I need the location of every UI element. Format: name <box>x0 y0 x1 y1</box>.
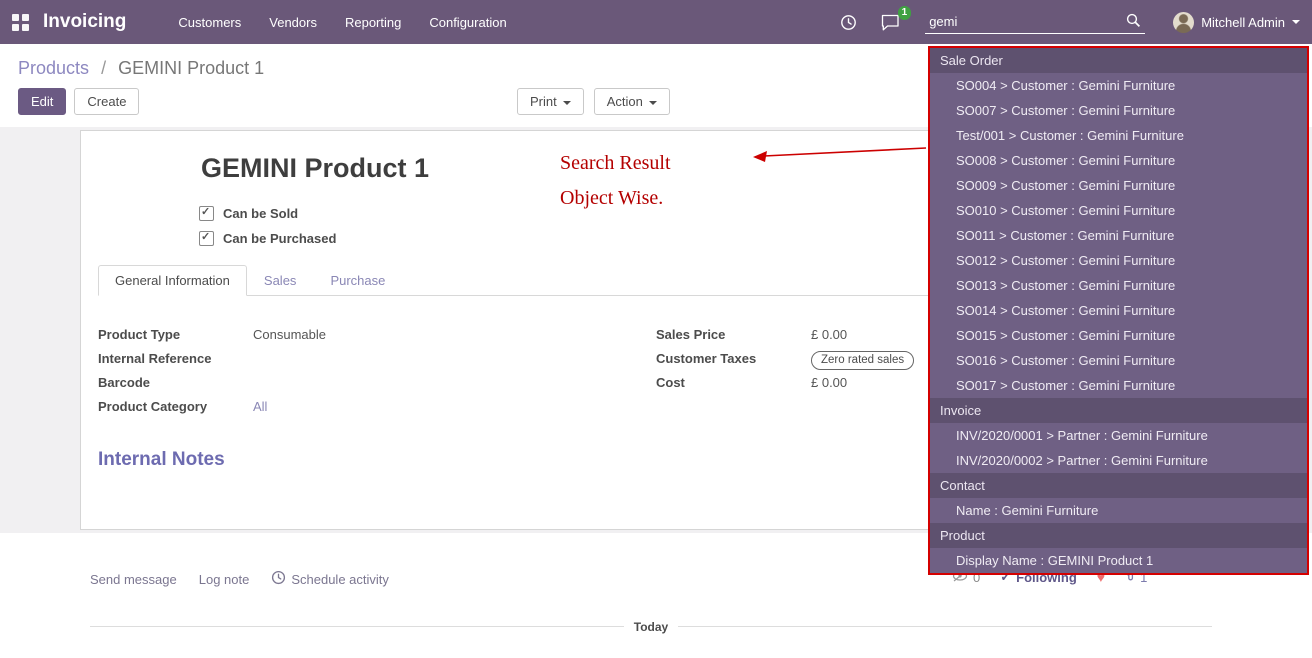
can-be-purchased-row: Can be Purchased <box>199 226 336 251</box>
search-result-item[interactable]: SO009 > Customer : Gemini Furniture <box>930 173 1307 198</box>
nav-menu-customers[interactable]: Customers <box>178 15 241 30</box>
fields-right-column: Sales Price £ 0.00 Customer Taxes Zero r… <box>656 327 914 399</box>
action-dropdown-button[interactable]: Action <box>594 88 670 115</box>
search-input-value[interactable]: gemi <box>929 14 957 29</box>
product-category-label: Product Category <box>98 399 253 414</box>
search-group-header: Invoice <box>930 398 1307 423</box>
messages-icon[interactable]: 1 <box>881 14 901 31</box>
search-result-item[interactable]: Name : Gemini Furniture <box>930 498 1307 523</box>
internal-reference-label: Internal Reference <box>98 351 253 366</box>
customer-taxes-tag[interactable]: Zero rated sales <box>811 351 914 370</box>
can-be-sold-checkbox[interactable] <box>199 206 214 221</box>
product-type-row: Product Type Consumable <box>98 327 326 346</box>
search-result-item[interactable]: SO010 > Customer : Gemini Furniture <box>930 198 1307 223</box>
search-results-dropdown: Sale OrderSO004 > Customer : Gemini Furn… <box>928 46 1309 575</box>
search-result-item[interactable]: SO008 > Customer : Gemini Furniture <box>930 148 1307 173</box>
can-be-sold-row: Can be Sold <box>199 201 336 226</box>
tab-purchase[interactable]: Purchase <box>313 265 402 296</box>
search-result-item[interactable]: SO012 > Customer : Gemini Furniture <box>930 248 1307 273</box>
search-result-item[interactable]: Test/001 > Customer : Gemini Furniture <box>930 123 1307 148</box>
fields-left-column: Product Type Consumable Internal Referen… <box>98 327 326 423</box>
internal-reference-row: Internal Reference <box>98 351 326 370</box>
can-be-sold-label: Can be Sold <box>223 206 298 221</box>
search-group-header: Sale Order <box>930 48 1307 73</box>
nav-menu-configuration[interactable]: Configuration <box>429 15 506 30</box>
systray: 1 gemi Mitchell Admin <box>840 10 1300 34</box>
product-type-value: Consumable <box>253 327 326 342</box>
cost-label: Cost <box>656 375 811 390</box>
create-button[interactable]: Create <box>74 88 139 115</box>
customer-taxes-label: Customer Taxes <box>656 351 811 366</box>
chevron-down-icon <box>649 101 657 105</box>
search-icon[interactable] <box>1126 13 1141 31</box>
tab-general-information[interactable]: General Information <box>98 265 247 296</box>
user-name: Mitchell Admin <box>1201 15 1285 30</box>
breadcrumb-products-link[interactable]: Products <box>18 58 89 78</box>
today-divider: Today <box>90 626 1212 645</box>
search-result-item[interactable]: SO014 > Customer : Gemini Furniture <box>930 298 1307 323</box>
today-label: Today <box>624 620 678 634</box>
search-result-item[interactable]: INV/2020/0001 > Partner : Gemini Furnitu… <box>930 423 1307 448</box>
sales-price-row: Sales Price £ 0.00 <box>656 327 914 346</box>
search-result-item[interactable]: SO007 > Customer : Gemini Furniture <box>930 98 1307 123</box>
product-category-row: Product Category All <box>98 399 326 418</box>
apps-menu-icon[interactable] <box>12 14 29 31</box>
print-action-buttons: Print Action <box>517 88 670 115</box>
activities-clock-icon[interactable] <box>840 14 857 31</box>
barcode-row: Barcode <box>98 375 326 394</box>
nav-menu: Customers Vendors Reporting Configuration <box>178 15 506 30</box>
global-search-box[interactable]: gemi <box>925 10 1145 34</box>
search-result-item[interactable]: INV/2020/0002 > Partner : Gemini Furnitu… <box>930 448 1307 473</box>
can-be-purchased-label: Can be Purchased <box>223 231 336 246</box>
send-message-link[interactable]: Send message <box>90 570 177 588</box>
breadcrumb: Products / GEMINI Product 1 <box>18 58 264 79</box>
internal-notes-heading: Internal Notes <box>98 449 225 471</box>
annotation-line-2: Object Wise. <box>560 181 671 216</box>
tab-sales[interactable]: Sales <box>247 265 314 296</box>
search-group-header: Product <box>930 523 1307 548</box>
search-result-item[interactable]: Display Name : GEMINI Product 1 <box>930 548 1307 573</box>
breadcrumb-current: GEMINI Product 1 <box>118 58 264 78</box>
barcode-label: Barcode <box>98 375 253 390</box>
annotation-text: Search Result Object Wise. <box>560 146 671 216</box>
edit-button[interactable]: Edit <box>18 88 66 115</box>
record-buttons: Edit Create <box>18 88 139 115</box>
sales-price-value: £ 0.00 <box>811 327 847 342</box>
cost-row: Cost £ 0.00 <box>656 375 914 394</box>
annotation-line-1: Search Result <box>560 146 671 181</box>
search-result-item[interactable]: SO011 > Customer : Gemini Furniture <box>930 223 1307 248</box>
product-type-label: Product Type <box>98 327 253 342</box>
schedule-activity-link[interactable]: Schedule activity <box>271 570 389 588</box>
search-result-item[interactable]: SO017 > Customer : Gemini Furniture <box>930 373 1307 398</box>
print-dropdown-button[interactable]: Print <box>517 88 584 115</box>
chevron-down-icon <box>1292 20 1300 24</box>
customer-taxes-row: Customer Taxes Zero rated sales <box>656 351 914 370</box>
messages-badge: 1 <box>898 6 912 20</box>
product-title: GEMINI Product 1 <box>201 153 429 184</box>
chevron-down-icon <box>563 101 571 105</box>
nav-menu-reporting[interactable]: Reporting <box>345 15 401 30</box>
product-flags: Can be Sold Can be Purchased <box>199 201 336 251</box>
avatar <box>1173 12 1194 33</box>
search-result-item[interactable]: SO004 > Customer : Gemini Furniture <box>930 73 1307 98</box>
user-menu[interactable]: Mitchell Admin <box>1173 12 1300 33</box>
can-be-purchased-checkbox[interactable] <box>199 231 214 246</box>
sales-price-label: Sales Price <box>656 327 811 342</box>
chatter-actions: Send message Log note Schedule activity <box>90 570 389 588</box>
annotation-arrow <box>750 142 930 168</box>
cost-value: £ 0.00 <box>811 375 847 390</box>
top-navbar: Invoicing Customers Vendors Reporting Confi… <box>0 0 1312 44</box>
app-name[interactable]: Invoicing <box>43 11 126 33</box>
log-note-link[interactable]: Log note <box>199 570 250 588</box>
search-group-header: Contact <box>930 473 1307 498</box>
breadcrumb-separator: / <box>101 58 106 78</box>
search-result-item[interactable]: SO015 > Customer : Gemini Furniture <box>930 323 1307 348</box>
schedule-clock-icon <box>271 570 286 588</box>
nav-menu-vendors[interactable]: Vendors <box>269 15 317 30</box>
product-category-value[interactable]: All <box>253 399 267 414</box>
search-result-item[interactable]: SO013 > Customer : Gemini Furniture <box>930 273 1307 298</box>
search-result-item[interactable]: SO016 > Customer : Gemini Furniture <box>930 348 1307 373</box>
